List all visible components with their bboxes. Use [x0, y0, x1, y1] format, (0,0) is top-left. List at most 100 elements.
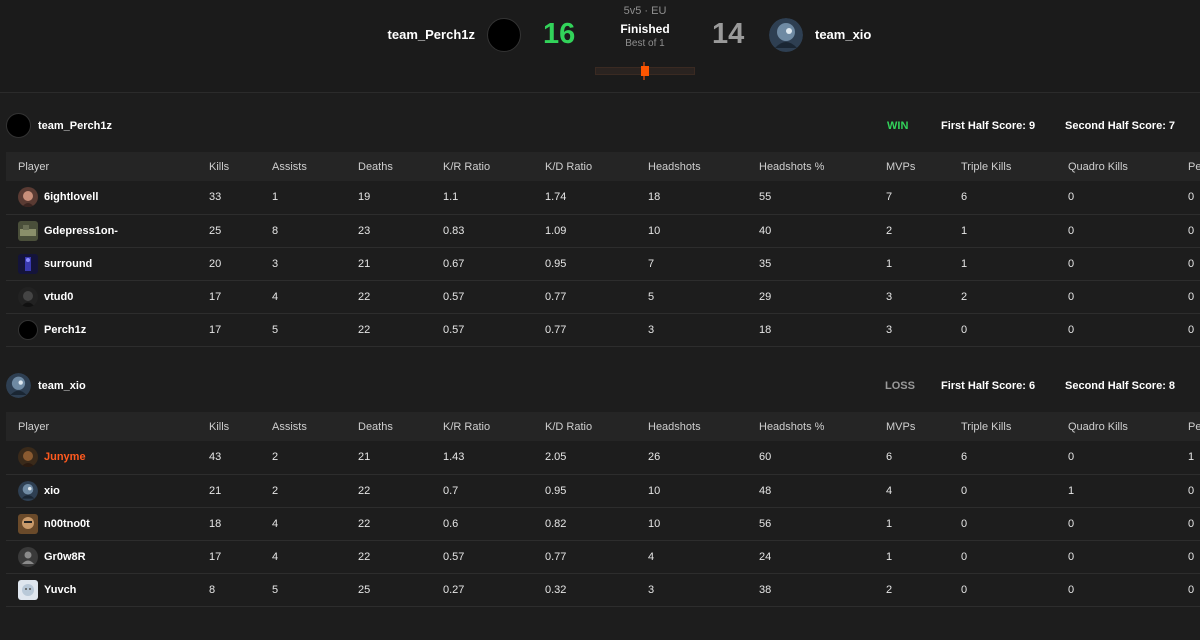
stat-kd-ratio: 0.32: [545, 583, 567, 596]
stat-penta-kills: 0: [1188, 290, 1195, 303]
team1-second-half-score: Second Half Score: 7: [1065, 120, 1176, 132]
column-header[interactable]: Deaths: [358, 412, 443, 441]
stat-penta-kills: 1: [1188, 451, 1195, 464]
player-name[interactable]: xio: [44, 485, 60, 497]
column-header[interactable]: Player: [6, 152, 209, 181]
player-avatar[interactable]: [18, 187, 38, 208]
stat-headshots-pct: 18: [759, 323, 772, 336]
stat-headshots-pct: 55: [759, 191, 772, 204]
table-row: surround 20 3 21 0.67 0.95 7 35 1 1 0 0: [6, 247, 1200, 280]
player-name[interactable]: Junyme: [44, 451, 86, 463]
stat-triple-kills: 1: [961, 257, 968, 270]
team2-result-badge: LOSS: [885, 380, 915, 392]
stat-assists: 4: [272, 290, 279, 303]
player-avatar[interactable]: [18, 319, 38, 340]
team2-header-avatar[interactable]: [6, 373, 31, 398]
column-header[interactable]: Assists: [272, 412, 358, 441]
column-header[interactable]: Headshots: [648, 152, 759, 181]
stat-deaths: 22: [358, 290, 371, 303]
stat-mvps: 7: [886, 191, 893, 204]
column-header[interactable]: MVPs: [886, 152, 961, 181]
team1-header-avatar[interactable]: [6, 113, 31, 138]
player-name[interactable]: Yuvch: [44, 584, 76, 596]
stat-kd-ratio: 0.77: [545, 550, 567, 563]
team2-second-half-score: Second Half Score: 8: [1065, 380, 1176, 392]
team1-avatar[interactable]: [487, 18, 521, 52]
team2-header-name[interactable]: team_xio: [38, 380, 86, 392]
column-header[interactable]: K/R Ratio: [443, 152, 545, 181]
player-name[interactable]: Gr0w8R: [44, 551, 86, 563]
stat-quadro-kills: 0: [1068, 257, 1075, 270]
player-avatar[interactable]: [18, 286, 38, 307]
column-header[interactable]: Kills: [209, 412, 272, 441]
player-avatar[interactable]: [18, 579, 38, 600]
column-header[interactable]: K/R Ratio: [443, 412, 545, 441]
team1-header: team_Perch1z WIN First Half Score: 9 Sec…: [0, 113, 1200, 153]
player-name[interactable]: 6ightlovell: [44, 191, 98, 203]
stat-headshots: 10: [648, 517, 661, 530]
column-header[interactable]: Headshots %: [759, 152, 886, 181]
stat-penta-kills: 0: [1188, 550, 1195, 563]
stat-kr-ratio: 1.1: [443, 191, 459, 204]
stat-kd-ratio: 0.82: [545, 517, 567, 530]
team2-name[interactable]: team_xio: [815, 27, 871, 42]
player-avatar[interactable]: [18, 546, 38, 567]
table-row: Gdepress1on- 25 8 23 0.83 1.09 10 40 2 1…: [6, 214, 1200, 247]
player-name[interactable]: vtud0: [44, 291, 73, 303]
stat-quadro-kills: 0: [1068, 517, 1075, 530]
stat-deaths: 22: [358, 323, 371, 336]
column-header[interactable]: Pe: [1188, 152, 1200, 181]
match-info: 5v5 · EU Finished Best of 1: [595, 5, 695, 49]
stat-kills: 33: [209, 191, 222, 204]
team1-header-name[interactable]: team_Perch1z: [38, 120, 112, 132]
stat-headshots: 18: [648, 191, 661, 204]
player-avatar[interactable]: [18, 447, 38, 468]
column-header[interactable]: Assists: [272, 152, 358, 181]
stat-kills: 17: [209, 323, 222, 336]
column-header[interactable]: K/D Ratio: [545, 412, 648, 441]
table-header-row: Player Kills Assists Deaths K/R Ratio K/…: [6, 412, 1200, 441]
player-avatar[interactable]: [18, 513, 38, 534]
stat-kills: 25: [209, 224, 222, 237]
team2-header: team_xio LOSS First Half Score: 6 Second…: [0, 373, 1200, 413]
column-header[interactable]: MVPs: [886, 412, 961, 441]
team2-avatar[interactable]: [769, 18, 803, 52]
column-header[interactable]: K/D Ratio: [545, 152, 648, 181]
stat-headshots: 3: [648, 323, 655, 336]
stat-kills: 20: [209, 257, 222, 270]
player-name[interactable]: Gdepress1on-: [44, 225, 118, 237]
stat-penta-kills: 0: [1188, 484, 1195, 497]
column-header[interactable]: Deaths: [358, 152, 443, 181]
column-header[interactable]: Kills: [209, 152, 272, 181]
stat-triple-kills: 2: [961, 290, 968, 303]
stat-headshots-pct: 35: [759, 257, 772, 270]
player-name[interactable]: n00tno0t: [44, 518, 90, 530]
player-avatar[interactable]: [18, 253, 38, 274]
team2-score: 14: [712, 18, 745, 50]
player-avatar[interactable]: [18, 480, 38, 501]
stat-headshots-pct: 56: [759, 517, 772, 530]
column-header[interactable]: Headshots: [648, 412, 759, 441]
stat-quadro-kills: 0: [1068, 451, 1075, 464]
table-row: vtud0 17 4 22 0.57 0.77 5 29 3 2 0 0: [6, 280, 1200, 313]
player-name[interactable]: Perch1z: [44, 324, 86, 336]
player-avatar[interactable]: [18, 220, 38, 241]
stat-kd-ratio: 1.74: [545, 191, 567, 204]
player-name[interactable]: surround: [44, 258, 92, 270]
team1-stats-table: Player Kills Assists Deaths K/R Ratio K/…: [6, 152, 1200, 347]
team1-name[interactable]: team_Perch1z: [388, 27, 475, 42]
stat-quadro-kills: 0: [1068, 583, 1075, 596]
column-header[interactable]: Headshots %: [759, 412, 886, 441]
column-header[interactable]: Quadro Kills: [1068, 152, 1188, 181]
column-header[interactable]: Player: [6, 412, 209, 441]
stat-mvps: 6: [886, 451, 893, 464]
column-header[interactable]: Quadro Kills: [1068, 412, 1188, 441]
team2-stats-table: Player Kills Assists Deaths K/R Ratio K/…: [6, 412, 1200, 607]
stat-deaths: 22: [358, 550, 371, 563]
stat-kd-ratio: 0.77: [545, 290, 567, 303]
column-header[interactable]: Pe: [1188, 412, 1200, 441]
column-header[interactable]: Triple Kills: [961, 412, 1068, 441]
stat-assists: 4: [272, 517, 279, 530]
column-header[interactable]: Triple Kills: [961, 152, 1068, 181]
stat-mvps: 2: [886, 583, 893, 596]
